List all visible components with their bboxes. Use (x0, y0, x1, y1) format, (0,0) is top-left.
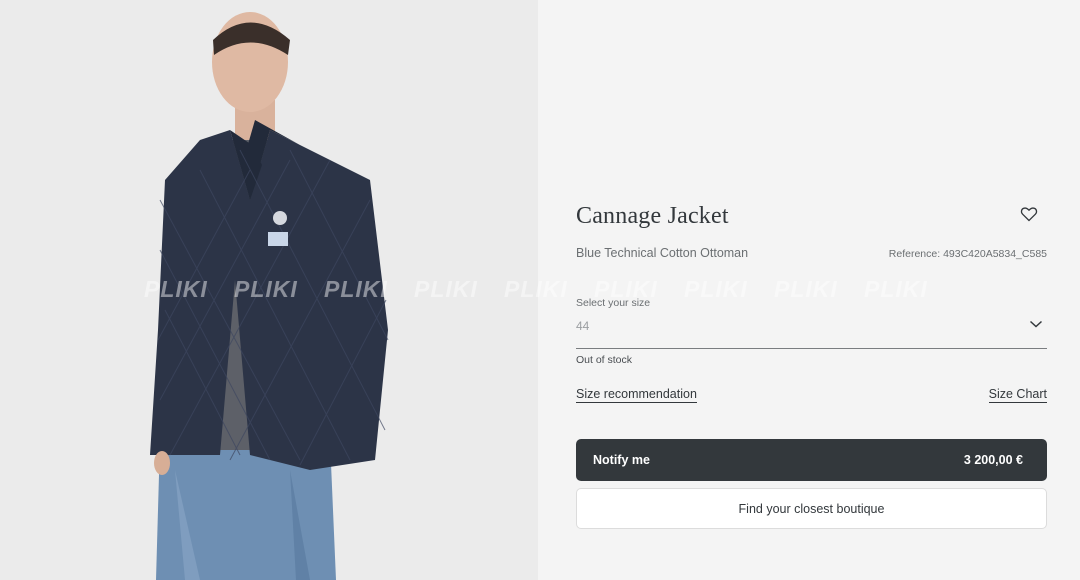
heart-icon[interactable] (1019, 204, 1039, 224)
find-boutique-button[interactable]: Find your closest boutique (576, 488, 1047, 529)
size-chart-link[interactable]: Size Chart (988, 387, 1047, 403)
product-price: 3 200,00 € (963, 453, 1023, 467)
stock-status: Out of stock (576, 354, 633, 366)
notify-me-label: Notify me (593, 453, 650, 467)
size-select-label: Select your size (576, 297, 651, 309)
product-title: Cannage Jacket (576, 203, 729, 229)
size-select-value: 44 (576, 319, 590, 333)
chevron-down-icon (1029, 316, 1043, 328)
size-select[interactable]: Select your size 44 (576, 294, 1047, 349)
model-illustration (0, 0, 538, 580)
notify-me-button[interactable]: Notify me 3 200,00 € (576, 439, 1047, 481)
product-reference: Reference: 493C420A5834_C585 (888, 248, 1047, 260)
product-image (0, 0, 538, 580)
size-recommendation-link[interactable]: Size recommendation (576, 387, 697, 403)
product-info-panel: Cannage Jacket Blue Technical Cotton Ott… (538, 0, 1080, 580)
product-subtitle: Blue Technical Cotton Ottoman (576, 246, 749, 260)
